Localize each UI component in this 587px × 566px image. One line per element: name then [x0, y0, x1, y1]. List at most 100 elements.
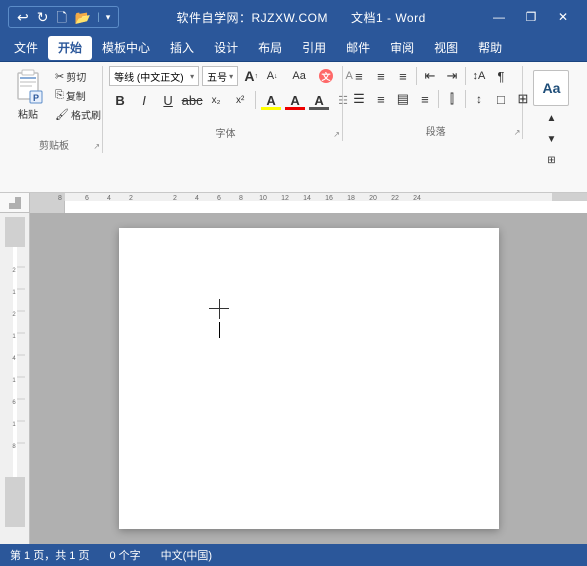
- paragraph-expand-icon[interactable]: ↗: [514, 128, 521, 137]
- font-group: 等线 (中文正文) ▾ 五号 ▾ A↑ A↓ Aa 文: [109, 66, 343, 141]
- close-button[interactable]: ✕: [547, 4, 579, 30]
- align-center-button[interactable]: ≡: [371, 89, 391, 109]
- paste-icon: P: [10, 68, 46, 106]
- bullets-button[interactable]: ≡: [349, 66, 369, 86]
- char-bg-a-label: A: [314, 93, 323, 108]
- sort-button[interactable]: ↕A: [469, 66, 489, 86]
- menu-insert[interactable]: 插入: [160, 36, 204, 60]
- strikethrough-button[interactable]: abc: [181, 89, 203, 111]
- numbering-button[interactable]: ≡: [371, 66, 391, 86]
- menu-file[interactable]: 文件: [4, 36, 48, 60]
- format-painter-button[interactable]: 🖌 格式刷: [52, 106, 104, 123]
- undo-button[interactable]: ↩: [15, 10, 31, 24]
- font-color-circle-button[interactable]: 文: [316, 66, 336, 86]
- font-name-selector[interactable]: 等线 (中文正文) ▾: [109, 66, 199, 86]
- minimize-button[interactable]: —: [483, 4, 515, 30]
- styles-more-button[interactable]: ⊞: [541, 150, 561, 170]
- line-spacing-button[interactable]: ↕: [469, 89, 489, 109]
- copy-button[interactable]: ⎘ 复制: [52, 87, 104, 104]
- font-color-bar: [285, 107, 305, 110]
- redo-button[interactable]: ↻: [35, 10, 51, 24]
- menu-review[interactable]: 审阅: [380, 36, 424, 60]
- qa-separator: |: [97, 12, 100, 23]
- styles-nav-buttons: ▲ ▼ ⊞: [541, 108, 561, 170]
- vertical-ruler: 2 1 2 1 4 1 6 1 8: [0, 213, 30, 544]
- superscript-button[interactable]: x²: [229, 89, 251, 111]
- para-row-1: ≡ ≡ ≡ ⇤ ⇥ ↕A ¶: [349, 66, 533, 86]
- styles-group: Aa ▲ ▼ ⊞ 样式: [529, 66, 577, 190]
- menu-home[interactable]: 开始: [48, 36, 92, 60]
- clipboard-expand-icon[interactable]: ↗: [93, 142, 100, 151]
- font-row-1: 等线 (中文正文) ▾ 五号 ▾ A↑ A↓ Aa 文: [109, 66, 359, 86]
- menu-references[interactable]: 引用: [292, 36, 336, 60]
- underline-button[interactable]: U: [157, 89, 179, 111]
- paste-label: 粘贴: [18, 106, 38, 121]
- para-sep-2: [465, 67, 466, 85]
- menu-layout[interactable]: 布局: [248, 36, 292, 60]
- restore-button[interactable]: ❐: [515, 4, 547, 30]
- align-right-button[interactable]: ▤: [393, 89, 413, 109]
- columns-button[interactable]: ⫿: [442, 89, 462, 109]
- font-expand-icon[interactable]: ↗: [333, 130, 340, 139]
- font-row-2: B I U abc x₂ x² A A A: [109, 89, 359, 111]
- copy-icon: ⎘: [55, 89, 64, 102]
- svg-text:文: 文: [321, 71, 332, 82]
- text-cursor: [219, 322, 220, 338]
- styles-down-button[interactable]: ▼: [541, 129, 561, 149]
- highlight-a-label: A: [266, 93, 275, 108]
- show-marks-button[interactable]: ¶: [491, 66, 511, 86]
- page-info: 第 1 页，共 1 页: [10, 547, 89, 563]
- title-bar: ↩ ↻ 🗋 📂 | ▾ 软件自学网：RJZXW.COM 文档1 - Word —…: [0, 0, 587, 34]
- doc-title: 文档1 - Word: [351, 11, 426, 25]
- word-count: 0 个字: [109, 547, 140, 563]
- styles-preview-button[interactable]: Aa: [533, 70, 569, 106]
- shading-button[interactable]: □: [491, 89, 511, 109]
- font-highlight-svg: 文: [318, 68, 334, 84]
- ruler-white-area: [65, 201, 587, 213]
- font-group-label: 字体: [109, 125, 342, 141]
- font-grow-button[interactable]: A↑: [241, 66, 261, 86]
- font-color-button[interactable]: A: [284, 89, 306, 111]
- svg-text:8: 8: [58, 195, 62, 202]
- menu-template[interactable]: 模板中心: [92, 36, 160, 60]
- cursor-vertical: [219, 299, 220, 319]
- menu-bar: 文件 开始 模板中心 插入 设计 布局 引用 邮件 审阅 视图 帮助: [0, 34, 587, 62]
- menu-mail[interactable]: 邮件: [336, 36, 380, 60]
- bold-button[interactable]: B: [109, 89, 131, 111]
- para-row-2: ☰ ≡ ▤ ≡ ⫿ ↕ □ ⊞: [349, 89, 533, 109]
- justify-button[interactable]: ≡: [415, 89, 435, 109]
- format-painter-icon: 🖌: [55, 108, 69, 121]
- paste-button[interactable]: P 粘贴: [6, 66, 50, 123]
- text-highlight-button[interactable]: A: [260, 89, 282, 111]
- ruler-corner[interactable]: [0, 193, 30, 213]
- document-content-area[interactable]: [30, 213, 587, 544]
- website-title: 软件自学网：RJZXW.COM: [176, 11, 328, 25]
- italic-button[interactable]: I: [133, 89, 155, 111]
- decrease-indent-button[interactable]: ⇤: [420, 66, 440, 86]
- font-size-selector[interactable]: 五号 ▾: [202, 66, 238, 86]
- char-bg-button[interactable]: A: [308, 89, 330, 111]
- styles-up-button[interactable]: ▲: [541, 108, 561, 128]
- menu-view[interactable]: 视图: [424, 36, 468, 60]
- font-shrink-button[interactable]: A↓: [262, 66, 282, 86]
- cut-label: 剪切: [66, 69, 86, 84]
- document-page[interactable]: [119, 228, 499, 529]
- qa-dropdown-button[interactable]: ▾: [104, 13, 113, 22]
- align-left-button[interactable]: ☰: [349, 89, 369, 109]
- font-color-a-label: A: [290, 93, 299, 108]
- clipboard-group-label: 剪贴板: [6, 137, 102, 153]
- change-case-button[interactable]: Aa: [285, 66, 313, 86]
- font-separator: [255, 91, 256, 109]
- new-button[interactable]: 🗋: [54, 11, 68, 24]
- menu-design[interactable]: 设计: [204, 36, 248, 60]
- quick-access-toolbar: ↩ ↻ 🗋 📂 | ▾: [8, 6, 119, 28]
- cut-button[interactable]: ✂ 剪切: [52, 68, 104, 85]
- title-center: 软件自学网：RJZXW.COM 文档1 - Word: [119, 9, 483, 26]
- increase-indent-button[interactable]: ⇥: [442, 66, 462, 86]
- para-sep-3: [438, 90, 439, 108]
- open-button[interactable]: 📂: [73, 11, 93, 24]
- menu-help[interactable]: 帮助: [468, 36, 512, 60]
- subscript-button[interactable]: x₂: [205, 89, 227, 111]
- multilevel-button[interactable]: ≡: [393, 66, 413, 86]
- small-clipboard-buttons: ✂ 剪切 ⎘ 复制 🖌 格式刷: [52, 68, 104, 123]
